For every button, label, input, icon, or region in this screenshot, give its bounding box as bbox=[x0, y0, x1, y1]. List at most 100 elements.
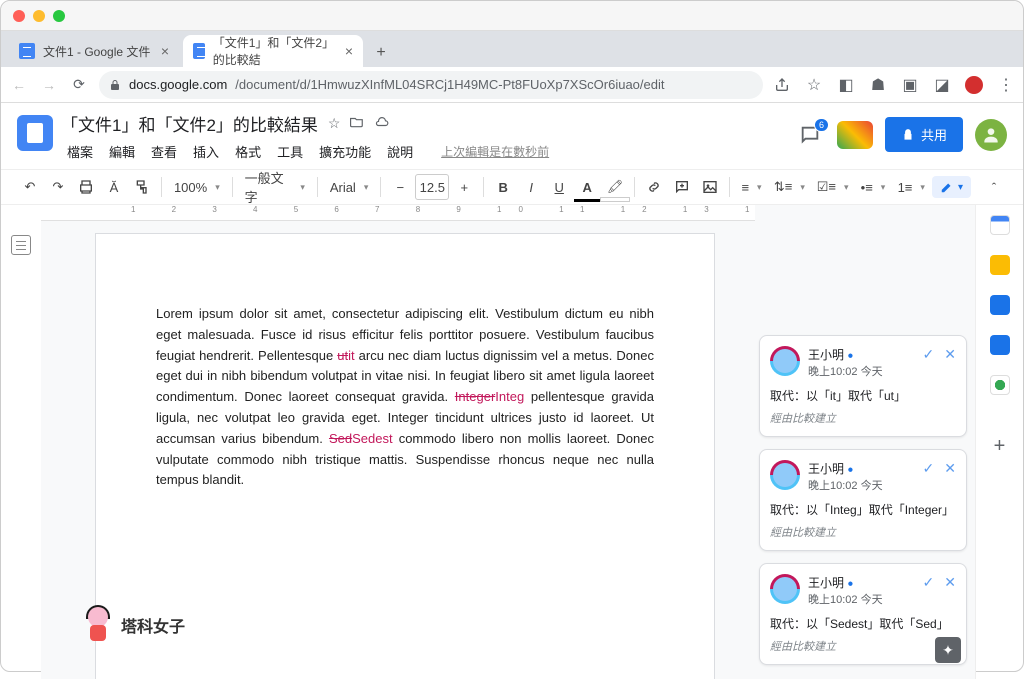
profile-avatar-icon[interactable] bbox=[965, 76, 983, 94]
checklist-button[interactable]: ☑≡ bbox=[812, 174, 854, 200]
suggestion-card[interactable]: 王小明 ● 晚上10:02 今天 ✓ ✕ 取代：以「Integ」取代「Integ… bbox=[759, 449, 967, 551]
docs-favicon-icon bbox=[19, 43, 35, 59]
extension-icon[interactable]: ◪ bbox=[933, 76, 951, 94]
accept-suggestion-button[interactable]: ✓ bbox=[923, 460, 935, 477]
browser-tab[interactable]: 文件1 - Google 文件 × bbox=[9, 35, 179, 67]
comment-time: 晚上10:02 今天 bbox=[808, 591, 883, 607]
account-avatar[interactable] bbox=[975, 119, 1007, 151]
send-tab-icon[interactable] bbox=[773, 76, 791, 94]
toolbar-overflow-button[interactable]: ˆ bbox=[981, 174, 1007, 200]
browser-tabstrip: 文件1 - Google 文件 × 「文件1」和「文件2」的比較結 × + bbox=[1, 31, 1023, 67]
nav-forward-button[interactable]: → bbox=[39, 75, 59, 95]
menu-tools[interactable]: 工具 bbox=[271, 140, 309, 163]
watermark-text: 塔科女子 bbox=[121, 613, 185, 637]
menu-format[interactable]: 格式 bbox=[229, 140, 267, 163]
editing-mode-button[interactable]: ▾ bbox=[932, 176, 971, 198]
horizontal-ruler[interactable]: 1 2 3 4 5 6 7 8 9 10 11 12 13 14 15 16 1… bbox=[41, 205, 755, 221]
zoom-select[interactable]: 100% bbox=[168, 180, 226, 195]
maps-app-icon[interactable] bbox=[990, 375, 1010, 395]
reject-suggestion-button[interactable]: ✕ bbox=[944, 346, 956, 363]
share-button[interactable]: 共用 bbox=[885, 117, 963, 152]
tasks-app-icon[interactable] bbox=[990, 295, 1010, 315]
tab-close-button[interactable]: × bbox=[345, 43, 353, 59]
browser-tab-active[interactable]: 「文件1」和「文件2」的比較結 × bbox=[183, 35, 363, 67]
underline-button[interactable]: U bbox=[546, 174, 572, 200]
docs-logo-icon[interactable] bbox=[17, 115, 53, 151]
outline-gutter bbox=[1, 205, 41, 679]
suggestion-card[interactable]: 王小明 ● 晚上10:02 今天 ✓ ✕ 取代：以「it」取代「ut」 經由比較… bbox=[759, 335, 967, 437]
font-size-increase-button[interactable]: + bbox=[451, 174, 477, 200]
browser-extensions: ☆ ◧ ☗ ▣ ◪ ⋮ bbox=[773, 76, 1015, 94]
cast-icon[interactable]: ▣ bbox=[901, 76, 919, 94]
nav-back-button[interactable]: ← bbox=[9, 75, 29, 95]
menu-view[interactable]: 查看 bbox=[145, 140, 183, 163]
star-document-button[interactable]: ☆ bbox=[328, 115, 341, 132]
comment-time: 晚上10:02 今天 bbox=[808, 363, 883, 379]
undo-button[interactable]: ↶ bbox=[17, 174, 43, 200]
reject-suggestion-button[interactable]: ✕ bbox=[944, 574, 956, 591]
comment-history-button[interactable]: 6 bbox=[795, 120, 825, 150]
calendar-app-icon[interactable] bbox=[990, 215, 1010, 235]
url-bar[interactable]: docs.google.com/document/d/1HmwuzXInfML0… bbox=[99, 71, 763, 99]
document-title[interactable]: 「文件1」和「文件2」的比較結果 bbox=[61, 111, 318, 136]
docs-header: 「文件1」和「文件2」的比較結果 ☆ 檔案 編輯 查看 插入 格式 工具 擴充功… bbox=[1, 103, 1023, 163]
url-host: docs.google.com bbox=[129, 77, 227, 92]
docs-favicon-icon bbox=[193, 43, 205, 59]
maximize-window-button[interactable] bbox=[53, 10, 65, 22]
menu-insert[interactable]: 插入 bbox=[187, 140, 225, 163]
contacts-app-icon[interactable] bbox=[990, 335, 1010, 355]
get-addons-button[interactable]: + bbox=[994, 435, 1006, 458]
line-spacing-button[interactable]: ⇅≡ bbox=[769, 174, 810, 200]
move-document-button[interactable] bbox=[350, 115, 364, 132]
font-size-decrease-button[interactable]: − bbox=[387, 174, 413, 200]
keep-app-icon[interactable] bbox=[990, 255, 1010, 275]
paint-format-button[interactable] bbox=[129, 174, 155, 200]
extension-icon[interactable]: ◧ bbox=[837, 76, 855, 94]
spellcheck-button[interactable]: Ă bbox=[101, 174, 127, 200]
tab-close-button[interactable]: × bbox=[161, 43, 169, 59]
menu-file[interactable]: 檔案 bbox=[61, 140, 99, 163]
minimize-window-button[interactable] bbox=[33, 10, 45, 22]
star-icon[interactable]: ☆ bbox=[805, 76, 823, 94]
outline-toggle-button[interactable] bbox=[11, 235, 31, 255]
align-button[interactable]: ≡ bbox=[736, 174, 767, 200]
deleted-text: Integer bbox=[455, 389, 495, 404]
extension-icon[interactable]: ☗ bbox=[869, 76, 887, 94]
text-color-button[interactable]: A bbox=[574, 174, 600, 200]
font-family-select[interactable]: Arial bbox=[324, 180, 375, 195]
suggestions-column: 王小明 ● 晚上10:02 今天 ✓ ✕ 取代：以「it」取代「ut」 經由比較… bbox=[755, 205, 975, 679]
lock-icon bbox=[109, 79, 121, 91]
insert-link-button[interactable] bbox=[641, 174, 667, 200]
bold-button[interactable]: B bbox=[490, 174, 516, 200]
reject-suggestion-button[interactable]: ✕ bbox=[944, 460, 956, 477]
paragraph-style-select[interactable]: 一般文字 bbox=[239, 168, 311, 206]
print-button[interactable] bbox=[73, 174, 99, 200]
highlight-color-button[interactable]: 🖍 bbox=[602, 174, 628, 200]
italic-button[interactable]: I bbox=[518, 174, 544, 200]
new-tab-button[interactable]: + bbox=[367, 39, 395, 67]
bulleted-list-button[interactable]: •≡ bbox=[855, 174, 890, 200]
numbered-list-button[interactable]: 1≡ bbox=[892, 174, 930, 200]
menu-extensions[interactable]: 擴充功能 bbox=[313, 140, 377, 163]
last-edit-link[interactable]: 上次編輯是在數秒前 bbox=[435, 141, 555, 162]
watermark-character-icon bbox=[81, 605, 115, 645]
close-window-button[interactable] bbox=[13, 10, 25, 22]
comment-count-badge: 6 bbox=[814, 118, 829, 132]
add-comment-button[interactable] bbox=[669, 174, 695, 200]
nav-reload-button[interactable]: ⟳ bbox=[69, 75, 89, 95]
cloud-status-icon[interactable] bbox=[374, 115, 390, 132]
insert-image-button[interactable] bbox=[697, 174, 723, 200]
suggestion-body: 取代：以「Integ」取代「Integer」 bbox=[770, 501, 956, 518]
menu-help[interactable]: 說明 bbox=[381, 140, 419, 163]
suggestion-footer: 經由比較建立 bbox=[770, 638, 956, 654]
redo-button[interactable]: ↷ bbox=[45, 174, 71, 200]
font-size-input[interactable]: 12.5 bbox=[415, 174, 449, 200]
accept-suggestion-button[interactable]: ✓ bbox=[923, 574, 935, 591]
menu-edit[interactable]: 編輯 bbox=[103, 140, 141, 163]
browser-menu-button[interactable]: ⋮ bbox=[997, 76, 1015, 94]
explore-button[interactable]: ✦ bbox=[935, 637, 961, 663]
meet-button[interactable] bbox=[837, 121, 873, 149]
suggestion-body: 取代：以「Sedest」取代「Sed」 bbox=[770, 615, 956, 632]
document-page[interactable]: Lorem ipsum dolor sit amet, consectetur … bbox=[95, 233, 715, 679]
accept-suggestion-button[interactable]: ✓ bbox=[923, 346, 935, 363]
